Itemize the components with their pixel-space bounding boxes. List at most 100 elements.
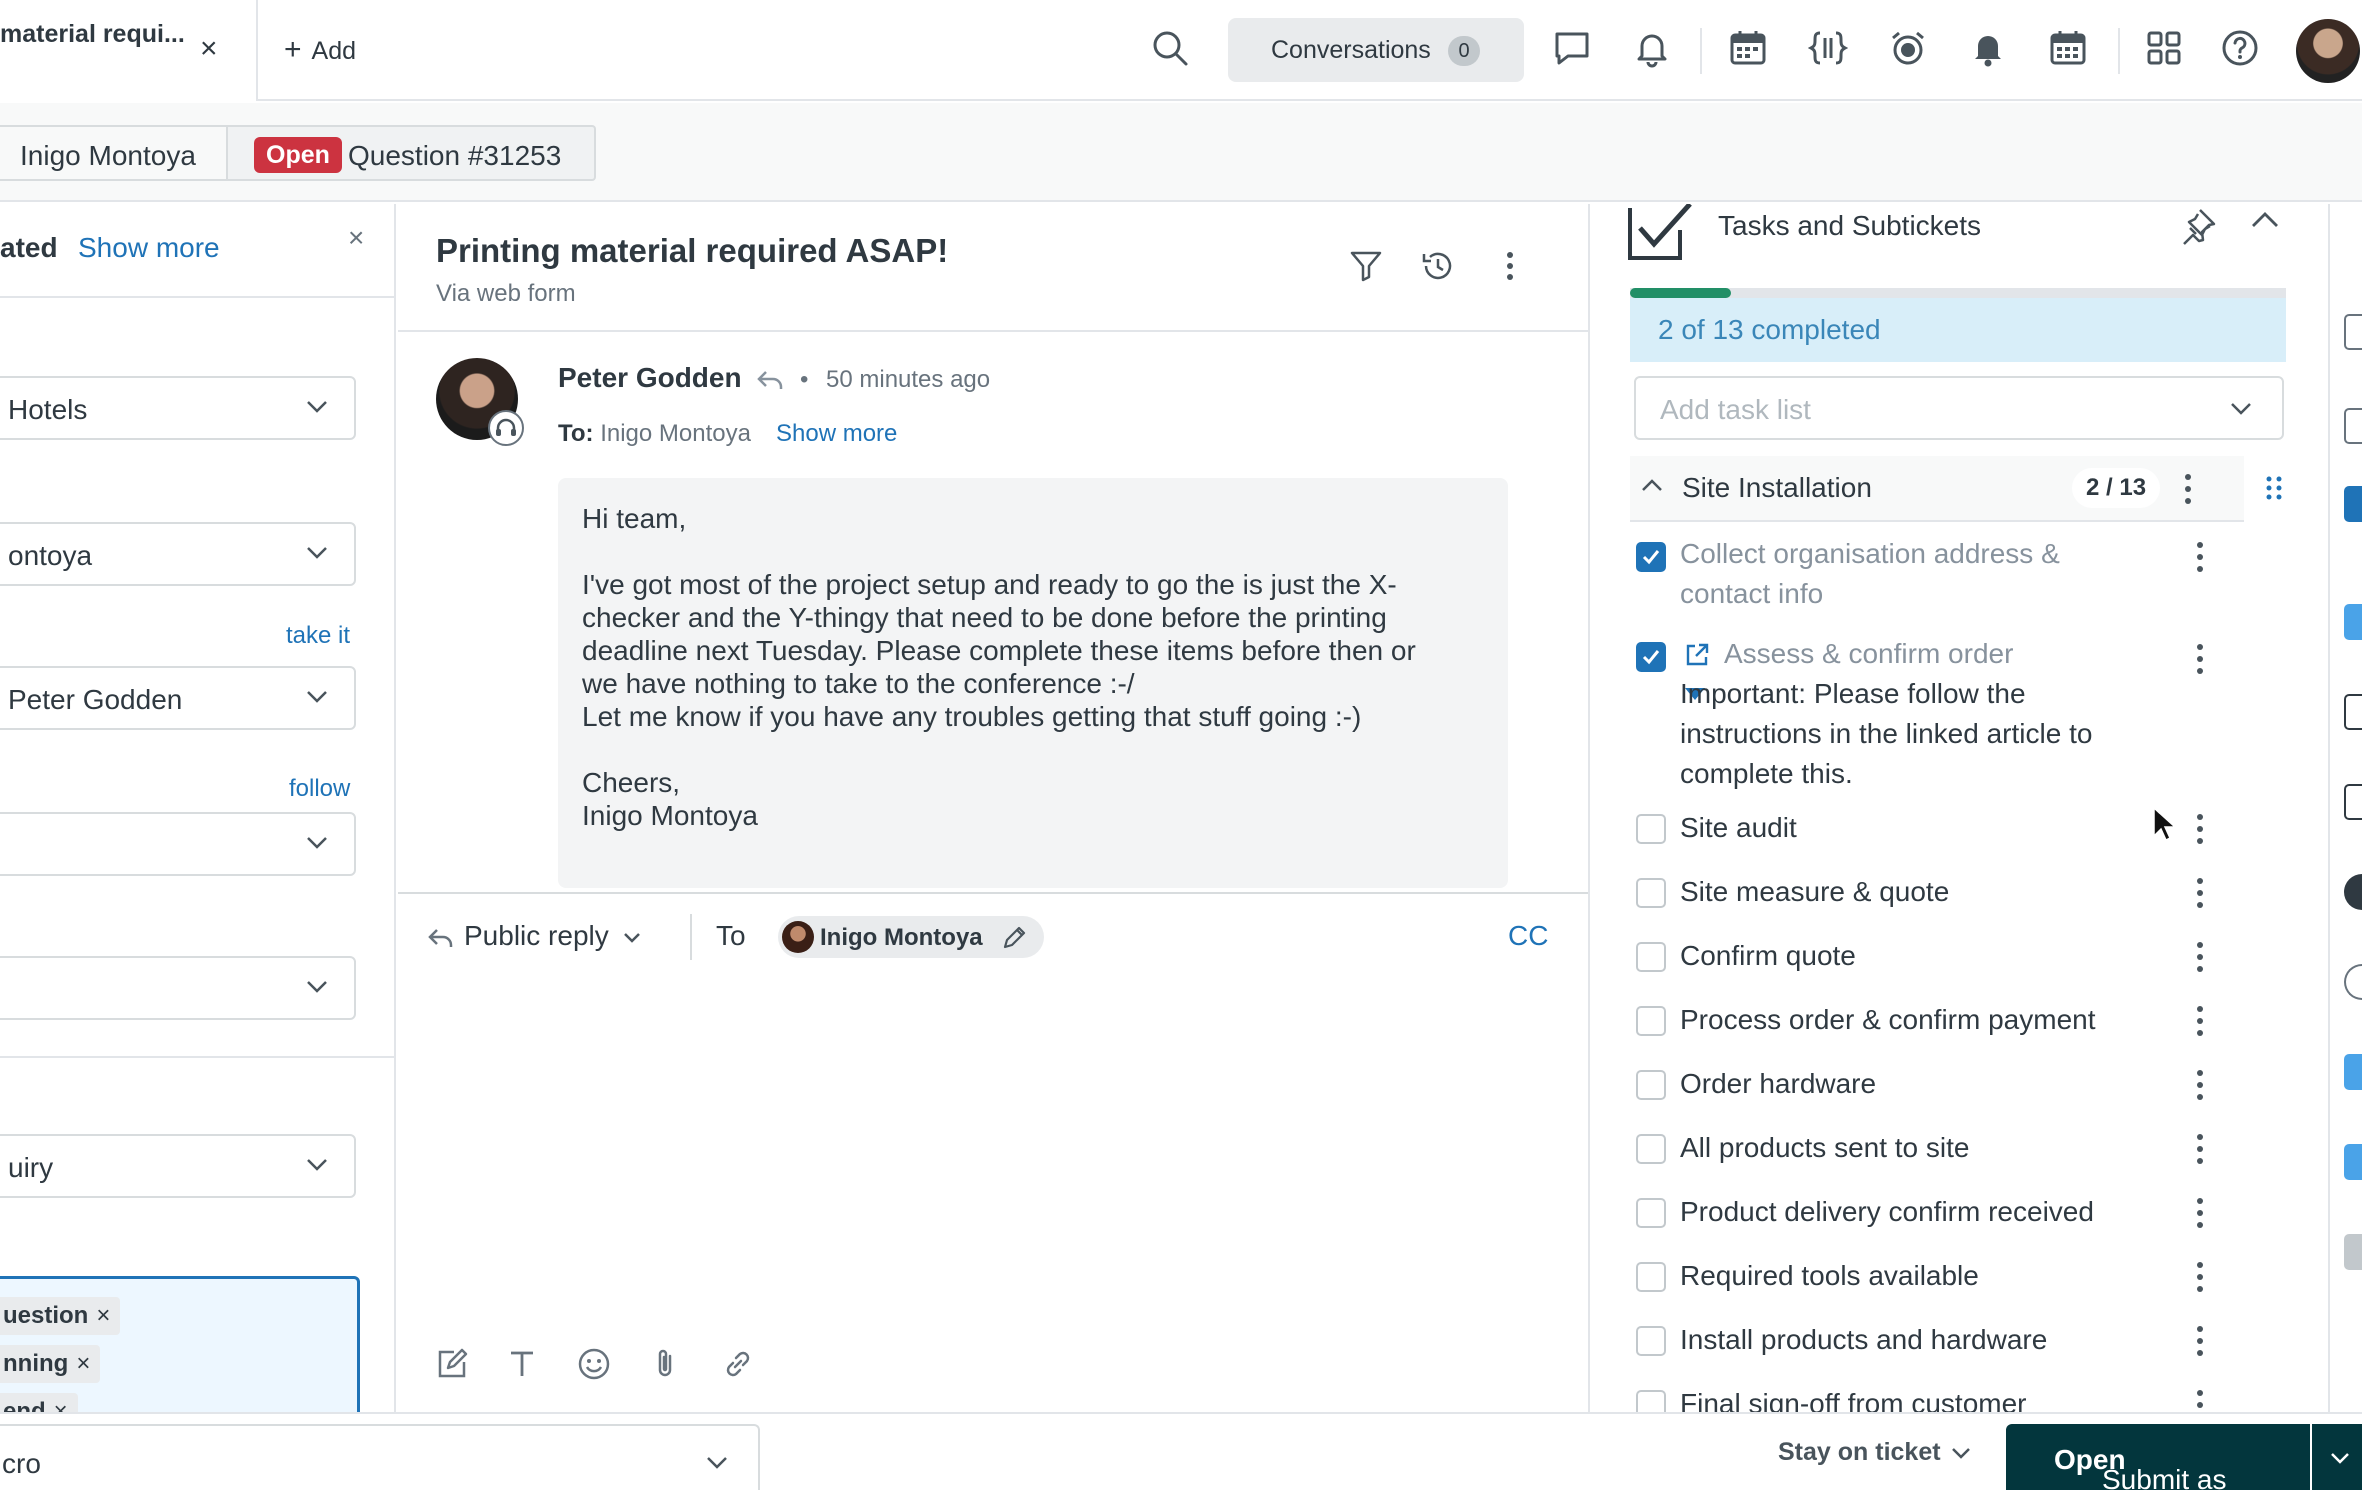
cc-button[interactable]: CC xyxy=(1508,920,1548,952)
breadcrumb-requester[interactable]: Inigo Montoya xyxy=(0,125,228,181)
more-options-icon[interactable] xyxy=(2194,1004,2206,1038)
calendar-app-icon[interactable] xyxy=(1728,28,1774,74)
tag-chip[interactable]: uestion × xyxy=(0,1297,121,1335)
app-icon[interactable] xyxy=(2344,1144,2362,1180)
submit-button[interactable]: Submit as Open xyxy=(2006,1424,2310,1490)
task-checkbox[interactable] xyxy=(1636,814,1666,844)
task-checkbox[interactable] xyxy=(1636,1326,1666,1356)
task-checkbox[interactable] xyxy=(1636,542,1666,572)
show-more-link[interactable]: Show more xyxy=(78,232,220,264)
more-options-icon[interactable] xyxy=(2194,642,2206,676)
chat-icon[interactable] xyxy=(1552,28,1598,74)
search-icon[interactable] xyxy=(1150,28,1196,74)
brand-select[interactable]: Hotels xyxy=(0,376,356,440)
task-group-header[interactable]: Site Installation 2 / 13 xyxy=(1630,456,2244,522)
app-icon[interactable] xyxy=(2344,1234,2362,1270)
top-bar: material requi... × + Add Conversations 0 xyxy=(0,0,2362,101)
tag-chip[interactable]: end × xyxy=(0,1393,78,1412)
task-checkbox[interactable] xyxy=(1636,642,1666,672)
task-checkbox[interactable] xyxy=(1636,1390,1666,1412)
task-checkbox[interactable] xyxy=(1636,1262,1666,1292)
reply-type-dropdown[interactable]: Public reply xyxy=(428,920,641,952)
text-format-icon[interactable] xyxy=(504,1346,540,1382)
code-braces-icon[interactable] xyxy=(1808,28,1854,74)
pin-icon[interactable] xyxy=(2178,206,2218,246)
emoji-icon[interactable] xyxy=(576,1346,612,1382)
conversation-header: Printing material required ASAP! Via web… xyxy=(398,204,1588,332)
add-task-list-select[interactable]: Add task list xyxy=(1634,376,2284,440)
follow-link[interactable]: follow xyxy=(289,775,350,803)
remove-tag-icon[interactable]: × xyxy=(96,1302,110,1329)
apps-grid-icon[interactable] xyxy=(2144,28,2190,74)
task-item: All products sent to site xyxy=(1636,1128,2236,1172)
more-options-icon[interactable] xyxy=(2194,812,2206,846)
app-icon[interactable] xyxy=(2344,874,2362,910)
document-icon[interactable] xyxy=(2344,408,2362,444)
remove-tag-icon[interactable]: × xyxy=(54,1398,68,1412)
submit-options-button[interactable] xyxy=(2312,1424,2362,1490)
task-checkbox[interactable] xyxy=(1636,1198,1666,1228)
task-group-count: 2 / 13 xyxy=(2072,468,2161,508)
chevron-up-icon[interactable] xyxy=(2250,210,2284,244)
close-icon[interactable]: × xyxy=(348,222,364,254)
app-icon[interactable] xyxy=(2344,604,2362,640)
conversations-button[interactable]: Conversations 0 xyxy=(1228,18,1524,82)
more-options-icon[interactable] xyxy=(2194,1132,2206,1166)
recipient-chip[interactable]: Inigo Montoya xyxy=(778,916,1044,958)
more-options-icon[interactable] xyxy=(2182,472,2194,506)
calendar-icon[interactable] xyxy=(2344,694,2362,730)
field-select[interactable] xyxy=(0,956,356,1020)
breadcrumb-ticket[interactable]: Open Question #31253 xyxy=(228,125,596,181)
app-icon[interactable] xyxy=(2344,1054,2362,1090)
task-checkbox[interactable] xyxy=(1636,878,1666,908)
ticket-tab-active[interactable]: material requi... × xyxy=(0,0,258,101)
help-icon[interactable] xyxy=(2220,28,2266,74)
drag-handle-icon[interactable] xyxy=(2264,474,2284,502)
notification-bell-filled-icon[interactable] xyxy=(1968,28,2014,74)
alarm-clock-icon[interactable] xyxy=(1888,28,1934,74)
calendar-icon[interactable] xyxy=(2344,784,2362,820)
link-icon[interactable] xyxy=(720,1346,756,1382)
task-checkbox[interactable] xyxy=(1636,1006,1666,1036)
reply-composer[interactable]: Public reply To Inigo Montoya CC xyxy=(398,892,1588,1412)
tags-input[interactable]: uestion × nning × end × xyxy=(0,1276,360,1412)
compose-icon[interactable] xyxy=(434,1346,470,1382)
followers-select[interactable] xyxy=(0,812,356,876)
task-checkbox[interactable] xyxy=(1636,942,1666,972)
external-link-icon[interactable] xyxy=(1684,642,1710,668)
more-options-icon[interactable] xyxy=(2194,1324,2206,1358)
history-icon[interactable] xyxy=(1420,248,1460,288)
calendar-grid-icon[interactable] xyxy=(2048,28,2094,74)
recipients-show-more-link[interactable]: Show more xyxy=(776,420,897,448)
chevron-up-icon[interactable] xyxy=(1640,476,1664,496)
apply-macro-select[interactable]: cro xyxy=(0,1424,760,1490)
app-icon[interactable] xyxy=(2344,964,2362,1000)
close-tab-icon[interactable]: × xyxy=(200,34,218,64)
remove-tag-icon[interactable]: × xyxy=(76,1350,90,1377)
stay-on-ticket-dropdown[interactable]: Stay on ticket xyxy=(1778,1438,1971,1467)
requester-select[interactable]: ontoya xyxy=(0,522,356,586)
more-options-icon[interactable] xyxy=(2194,1196,2206,1230)
apps-active-icon[interactable] xyxy=(2344,486,2362,522)
bell-icon[interactable] xyxy=(1632,28,1678,74)
add-tab-button[interactable]: + Add xyxy=(284,33,356,67)
more-options-icon[interactable] xyxy=(2194,1388,2206,1412)
document-icon[interactable] xyxy=(2344,314,2362,350)
type-select[interactable]: uiry xyxy=(0,1134,356,1198)
attachment-icon[interactable] xyxy=(648,1346,684,1382)
more-options-icon[interactable] xyxy=(2194,1260,2206,1294)
task-checkbox[interactable] xyxy=(1636,1070,1666,1100)
more-options-icon[interactable] xyxy=(1492,248,1532,288)
more-options-icon[interactable] xyxy=(2194,1068,2206,1102)
take-it-link[interactable]: take it xyxy=(286,622,350,650)
assignee-select[interactable]: Peter Godden xyxy=(0,666,356,730)
message-author[interactable]: Peter Godden xyxy=(558,362,742,394)
filter-icon[interactable] xyxy=(1348,248,1388,288)
more-options-icon[interactable] xyxy=(2194,940,2206,974)
more-options-icon[interactable] xyxy=(2194,876,2206,910)
pencil-icon[interactable] xyxy=(1000,924,1028,952)
more-options-icon[interactable] xyxy=(2194,540,2206,574)
tag-chip[interactable]: nning × xyxy=(0,1345,101,1383)
user-avatar[interactable] xyxy=(2296,19,2360,83)
task-checkbox[interactable] xyxy=(1636,1134,1666,1164)
